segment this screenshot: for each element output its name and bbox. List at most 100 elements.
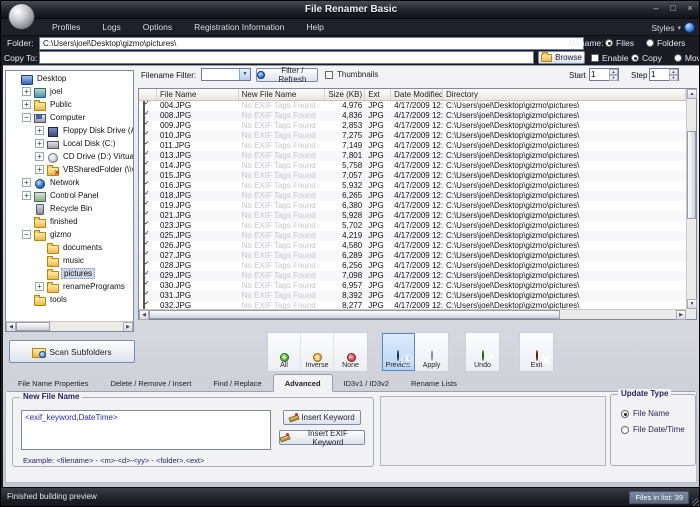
scroll-right-icon[interactable]: ▶ [676,310,686,320]
row-checkbox[interactable] [143,291,145,301]
table-vscroll-thumb[interactable] [687,131,696,219]
tree-item-public[interactable]: +Public [6,98,133,111]
tree-item-desktop[interactable]: Desktop [6,72,133,85]
table-row[interactable]: 030.JPGNo EXIF Tags Found6,957JPG4/17/20… [139,281,686,291]
column-header-new-file-name[interactable]: New File Name [239,89,326,100]
row-checkbox[interactable] [143,111,145,121]
table-row[interactable]: 016.JPGNo EXIF Tags Found5,932JPG4/17/20… [139,181,686,191]
scan-subfolders-button[interactable]: Scan Subfolders [9,340,135,363]
files-radio[interactable] [605,39,613,47]
enable-checkbox[interactable] [591,54,599,62]
table-row[interactable]: 026.JPGNo EXIF Tags Found4,580JPG4/17/20… [139,241,686,251]
tab-id3v1-id3v2[interactable]: ID3v1 / ID3v2 [333,375,400,391]
table-row[interactable]: 004.JPGNo EXIF Tags Found4,976JPG4/17/20… [139,101,686,111]
table-row[interactable]: 015.JPGNo EXIF Tags Found7,057JPG4/17/20… [139,171,686,181]
row-checkbox[interactable] [143,201,145,211]
new-file-name-input[interactable]: <exif_keyword,DateTime> [21,410,271,450]
table-row[interactable]: 025.JPGNo EXIF Tags Found4,219JPG4/17/20… [139,231,686,241]
row-checkbox[interactable] [143,231,145,241]
tab-find-replace[interactable]: Find / Replace [202,375,272,391]
expander-icon[interactable]: − [22,113,31,122]
table-row[interactable]: 009.JPGNo EXIF Tags Found2,853JPG4/17/20… [139,121,686,131]
table-vertical-scrollbar[interactable]: ▲ ▼ [686,89,696,309]
browse-button[interactable]: Browse [538,51,585,64]
inverse-button[interactable]: ±Inverse [301,333,334,371]
copy-mode-option-copy[interactable]: Copy [631,53,662,63]
table-row[interactable]: 027.JPGNo EXIF Tags Found6,289JPG4/17/20… [139,251,686,261]
expander-icon[interactable]: − [22,230,31,239]
table-horizontal-scrollbar[interactable]: ◀ ▶ [139,309,686,319]
row-checkbox[interactable] [143,131,145,141]
expander-icon[interactable]: + [35,165,44,174]
tree-item-network[interactable]: +Network [6,176,133,189]
scroll-down-icon[interactable]: ▼ [687,299,697,309]
row-checkbox[interactable] [143,211,145,221]
tree-item-floppy-disk-drive-a[interactable]: +Floppy Disk Drive (A:) [6,124,133,137]
row-checkbox[interactable] [143,221,145,231]
spin-down-icon[interactable]: ▼ [609,75,618,81]
scroll-right-icon[interactable]: ▶ [123,322,133,332]
table-row[interactable]: 019.JPGNo EXIF Tags Found6,380JPG4/17/20… [139,201,686,211]
rename-option-files[interactable]: Files [605,38,634,48]
tab-rename-lists[interactable]: Rename Lists [400,375,468,391]
table-row[interactable]: 028.JPGNo EXIF Tags Found6,256JPG4/17/20… [139,261,686,271]
column-header-ext[interactable]: Ext [365,89,391,100]
tree-item-pictures[interactable]: pictures [6,267,133,280]
tree-item-documents[interactable]: documents [6,241,133,254]
expander-icon[interactable]: + [35,126,44,135]
file-date-time-radio[interactable] [621,426,629,434]
tree-item-computer[interactable]: −Computer [6,111,133,124]
row-checkbox[interactable] [143,281,145,291]
tree-item-control-panel[interactable]: +Control Panel [6,189,133,202]
tree-horizontal-scrollbar[interactable]: ◀ ▶ [6,321,133,331]
table-row[interactable]: 029.JPGNo EXIF Tags Found7,098JPG4/17/20… [139,271,686,281]
preview-button[interactable]: Preview [382,333,415,371]
scroll-left-icon[interactable]: ◀ [6,322,16,332]
expander-icon[interactable]: + [35,282,44,291]
folders-radio[interactable] [646,39,654,47]
tree-item-vbsharedfolder-vboxsvr-z[interactable]: +✕VBSharedFolder (\\vboxsvr) (Z [6,163,133,176]
expander-icon[interactable]: + [22,191,31,200]
exit-button[interactable]: Exit [520,333,553,371]
table-row[interactable]: 014.JPGNo EXIF Tags Found5,758JPG4/17/20… [139,161,686,171]
menu-item-registration-information[interactable]: Registration Information [183,19,295,36]
all-button[interactable]: +All [268,333,301,371]
filter-refresh-button[interactable]: Filter / Refresh [256,68,318,82]
filename-filter-combobox[interactable]: ▼ [201,68,251,81]
resize-grip[interactable] [692,498,700,506]
tree-item-finished[interactable]: finished [6,215,133,228]
start-input[interactable] [591,69,609,80]
minimize-button[interactable]: – [651,2,661,14]
globe-icon[interactable] [684,22,695,33]
table-row[interactable]: 032.JPGNo EXIF Tags Found8,277JPG4/17/20… [139,301,686,309]
menu-item-options[interactable]: Options [132,19,183,36]
spin-down-icon[interactable]: ▼ [669,75,678,81]
expander-icon[interactable]: + [35,139,44,148]
tree-scroll-thumb[interactable] [16,322,50,331]
column-header-size-kb[interactable]: Size (KB) [325,89,365,100]
update-type-option-file-date-time[interactable]: File Date/Time [621,425,695,434]
expander-icon[interactable]: + [35,152,44,161]
thumbnails-checkbox[interactable] [325,71,333,79]
row-checkbox[interactable] [143,101,145,111]
table-scroll-thumb[interactable] [149,310,560,319]
menu-item-profiles[interactable]: Profiles [41,19,91,36]
tab-file-name-properties[interactable]: File Name Properties [7,375,99,391]
close-button[interactable]: × [685,2,695,14]
table-row[interactable]: 008.JPGNo EXIF Tags Found4,836JPG4/17/20… [139,111,686,121]
rename-option-folders[interactable]: Folders [646,38,685,48]
undo-button[interactable]: Undo [466,333,499,371]
folder-path-input[interactable] [39,37,584,50]
copy-radio[interactable] [631,54,639,62]
column-header-directory[interactable]: Directory [443,89,686,100]
row-checkbox[interactable] [143,151,145,161]
tree-item-renameprograms[interactable]: +renamePrograms [6,280,133,293]
table-row[interactable]: 013.JPGNo EXIF Tags Found7,801JPG4/17/20… [139,151,686,161]
update-type-option-file-name[interactable]: File Name [621,409,695,418]
start-spinner[interactable]: ▲ ▼ [589,68,619,81]
row-checkbox[interactable] [143,161,145,171]
row-checkbox[interactable] [143,251,145,261]
row-checkbox[interactable] [143,191,145,201]
table-row[interactable]: 023.JPGNo EXIF Tags Found5,702JPG4/17/20… [139,221,686,231]
tree-item-music[interactable]: music [6,254,133,267]
